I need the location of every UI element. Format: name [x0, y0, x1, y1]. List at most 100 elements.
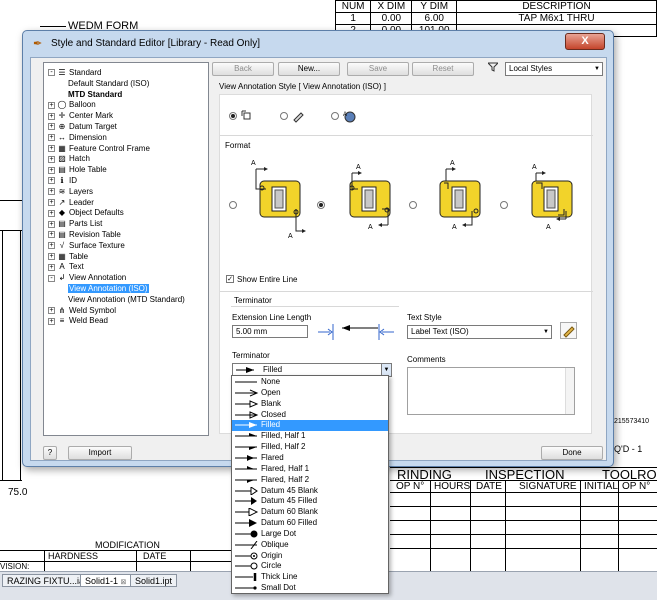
tree-item[interactable]: + ▤ Parts List [48, 218, 102, 229]
dropdown-option[interactable]: Datum 45 Filled [232, 496, 388, 507]
view-label-radio[interactable] [229, 112, 237, 120]
filter-icon[interactable] [486, 62, 500, 75]
dropdown-option[interactable]: Flared [232, 453, 388, 464]
tree-item[interactable]: - ☰ Standard [48, 67, 101, 78]
tree-item[interactable]: + ↗ Leader [48, 197, 94, 208]
format-radio-1[interactable] [229, 201, 237, 209]
tree-item[interactable]: View Annotation (ISO) [68, 283, 149, 294]
edit-style-radio[interactable] [280, 112, 288, 120]
tree-item[interactable]: + ℹ ID [48, 175, 77, 186]
tree-item[interactable]: + ⊕ Datum Target [48, 121, 117, 132]
new-button[interactable]: New... [278, 62, 340, 76]
dropdown-option[interactable]: Datum 45 Blank [232, 486, 388, 497]
tree-item[interactable]: + ▦ Table [48, 251, 88, 262]
dropdown-option-label: Large Dot [261, 528, 297, 538]
expand-icon[interactable]: + [48, 242, 55, 250]
style-tree[interactable]: - ☰ Standard Default Standard (ISO) MTD Stan… [43, 62, 209, 436]
dropdown-option[interactable]: Small Dot [232, 583, 388, 594]
expand-icon[interactable]: + [48, 144, 55, 152]
expand-icon[interactable]: + [48, 263, 55, 271]
dropdown-option[interactable]: Thick Line [232, 572, 388, 583]
format-option-1-image[interactable]: A A [246, 159, 312, 240]
tree-item[interactable]: View Annotation (MTD Standard) [68, 294, 185, 305]
tree-item[interactable]: + ⋔ Weld Symbol [48, 305, 116, 316]
tree-item[interactable]: + ✛ Center Mark [48, 110, 113, 121]
tree-item[interactable]: + ▦ Feature Control Frame [48, 143, 150, 154]
terminator-dropdown-list[interactable]: None Open Blank Closed Filled Filled, Half 1F… [231, 375, 389, 594]
import-button[interactable]: Import [68, 446, 132, 460]
dropdown-option[interactable]: Large Dot [232, 529, 388, 540]
dropdown-option[interactable]: Flared, Half 2 [232, 475, 388, 486]
tree-item[interactable]: + ▤ Hole Table [48, 164, 107, 175]
dropdown-option[interactable]: None [232, 377, 388, 388]
format-option-2-image[interactable]: A A [336, 159, 402, 239]
edit-text-style-button[interactable] [560, 322, 577, 339]
doc-tab-solid1-1[interactable]: Solid1-1 ⊠ [80, 574, 132, 587]
format-option-3-image[interactable]: A A [426, 159, 492, 239]
text-style-select[interactable]: Label Text (ISO) ▼ [407, 325, 552, 339]
expand-icon[interactable]: + [48, 306, 55, 314]
tree-item[interactable]: + ≋ Layers [48, 186, 93, 197]
dropdown-option[interactable]: Datum 60 Blank [232, 507, 388, 518]
format-radio-4[interactable] [500, 201, 508, 209]
expand-icon[interactable]: + [48, 231, 55, 239]
comments-textarea[interactable] [407, 367, 575, 415]
expand-icon[interactable]: + [48, 101, 55, 109]
format-option-4-image[interactable]: A A [518, 159, 584, 239]
reset-button[interactable]: Reset [412, 62, 474, 76]
pencil-icon [563, 326, 575, 338]
expand-icon[interactable]: + [48, 317, 55, 325]
dropdown-option[interactable]: Oblique [232, 540, 388, 551]
tree-item[interactable]: Default Standard (ISO) [68, 78, 149, 89]
dim-75: 75.0 [8, 487, 28, 498]
tree-item[interactable]: - ↲ View Annotation [48, 272, 126, 283]
tree-item[interactable]: + ≡ Weld Bead [48, 315, 108, 326]
tree-item[interactable]: + ▨ Hatch [48, 153, 90, 164]
expand-icon[interactable]: + [48, 177, 55, 185]
close-tab-icon[interactable]: ⊠ [121, 579, 127, 586]
expand-icon[interactable]: + [48, 198, 55, 206]
help-button[interactable]: ? [43, 446, 57, 460]
done-button[interactable]: Done [541, 446, 603, 460]
dropdown-option[interactable]: Closed [232, 410, 388, 421]
text-style-radio[interactable] [331, 112, 339, 120]
collapse-icon[interactable]: - [48, 69, 55, 77]
dropdown-option[interactable]: Filled, Half 2 [232, 442, 388, 453]
doc-tab-solid1-ipt[interactable]: Solid1.ipt [130, 574, 178, 587]
dropdown-option[interactable]: Open [232, 388, 388, 399]
close-button[interactable]: X [565, 33, 605, 50]
dropdown-option[interactable]: Blank [232, 399, 388, 410]
expand-icon[interactable]: + [48, 209, 55, 217]
tree-item[interactable]: + ◆ Object Defaults [48, 207, 124, 218]
format-radio-3[interactable] [409, 201, 417, 209]
tree-item[interactable]: + ▤ Revision Table [48, 229, 121, 240]
tree-item[interactable]: + ◯ Balloon [48, 99, 96, 110]
dropdown-option[interactable]: Filled, Half 1 [232, 431, 388, 442]
dropdown-option[interactable]: Circle [232, 561, 388, 572]
back-button[interactable]: Back [212, 62, 274, 76]
dropdown-option[interactable]: Filled [232, 420, 388, 431]
tree-item[interactable]: + √ Surface Texture [48, 240, 125, 251]
save-button[interactable]: Save [347, 62, 409, 76]
show-entire-line-checkbox[interactable]: ✓ [226, 275, 234, 283]
format-radio-2[interactable] [317, 201, 325, 209]
expand-icon[interactable]: + [48, 220, 55, 228]
tree-item[interactable]: + A Text [48, 261, 84, 272]
dropdown-option[interactable]: Datum 60 Filled [232, 518, 388, 529]
tree-item[interactable]: + ↔ Dimension [48, 132, 107, 143]
dropdown-option[interactable]: Flared, Half 1 [232, 464, 388, 475]
tree-item[interactable]: MTD Standard [68, 89, 122, 100]
extension-line-length-input[interactable]: 5.00 mm [232, 325, 308, 338]
expand-icon[interactable]: + [48, 166, 55, 174]
expand-icon[interactable]: + [48, 155, 55, 163]
expand-icon[interactable]: + [48, 252, 55, 260]
expand-icon[interactable]: + [48, 123, 55, 131]
expand-icon[interactable]: + [48, 134, 55, 142]
title-bar[interactable]: ✒ Style and Standard Editor [Library - R… [23, 31, 613, 57]
expand-icon[interactable]: + [48, 112, 55, 120]
scrollbar[interactable] [565, 368, 574, 414]
style-filter-select[interactable]: Local Styles ▼ [505, 62, 603, 76]
expand-icon[interactable]: + [48, 188, 55, 196]
dropdown-option[interactable]: Origin [232, 551, 388, 562]
collapse-icon[interactable]: - [48, 274, 55, 282]
